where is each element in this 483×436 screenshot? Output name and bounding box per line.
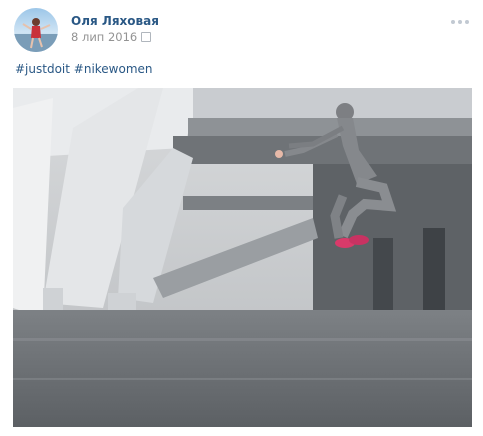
post-photo[interactable] [13,88,472,427]
dot [451,20,455,24]
author-name[interactable]: Оля Ляховая [71,14,159,28]
post-date[interactable]: 8 лип 2016 [71,30,152,44]
more-dots-icon[interactable] [449,18,471,26]
photo-image [13,88,472,427]
calendar-icon [141,32,152,42]
author-avatar[interactable] [14,8,58,52]
post-date-text: 8 лип 2016 [71,30,138,44]
dot [458,20,462,24]
hashtag-justdoit[interactable]: #justdoit [15,62,70,76]
wall-post: Оля Ляховая 8 лип 2016 #justdoit #nikewo… [0,0,483,436]
dot [465,20,469,24]
hashtag-nikewomen[interactable]: #nikewomen [74,62,153,76]
avatar-image [14,18,58,52]
post-text: #justdoit #nikewomen [15,62,153,76]
